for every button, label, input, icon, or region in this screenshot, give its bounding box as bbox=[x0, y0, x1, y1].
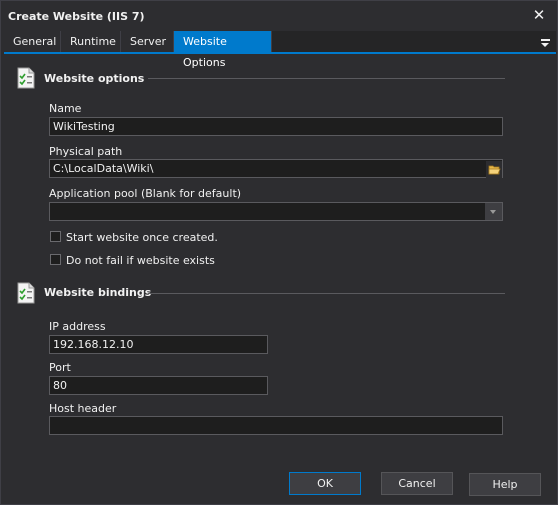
section-title-website-bindings: Website bindings bbox=[44, 286, 152, 299]
tab-menu-icon[interactable] bbox=[540, 34, 552, 50]
section-title-website-options: Website options bbox=[44, 72, 145, 85]
name-label: Name bbox=[49, 102, 82, 115]
host-header-label: Host header bbox=[49, 402, 117, 415]
do-not-fail-checkbox[interactable] bbox=[50, 254, 61, 265]
section-divider bbox=[148, 293, 505, 294]
tab-runtime[interactable]: Runtime bbox=[61, 31, 121, 52]
chevron-down-icon[interactable] bbox=[485, 203, 502, 220]
folder-icon[interactable] bbox=[486, 161, 502, 178]
tab-general[interactable]: General bbox=[4, 31, 61, 52]
name-field[interactable]: WikiTesting bbox=[49, 117, 503, 136]
tab-strip: General Runtime Server Website Options bbox=[4, 31, 556, 69]
cancel-button[interactable]: Cancel bbox=[381, 472, 453, 495]
physical-path-label: Physical path bbox=[49, 145, 123, 158]
dialog-window: Create Website (IIS 7) ✕ General Runtime… bbox=[0, 0, 558, 505]
ok-button[interactable]: OK bbox=[289, 472, 361, 495]
window-title: Create Website (IIS 7) bbox=[8, 10, 145, 23]
application-pool-label: Application pool (Blank for default) bbox=[49, 187, 242, 200]
title-bar[interactable]: Create Website (IIS 7) ✕ bbox=[1, 1, 557, 31]
checklist-document-icon bbox=[17, 282, 35, 304]
host-header-field[interactable] bbox=[49, 416, 503, 435]
section-divider bbox=[148, 78, 505, 79]
start-website-checkbox[interactable] bbox=[50, 231, 61, 242]
start-website-label[interactable]: Start website once created. bbox=[66, 231, 218, 244]
port-field[interactable]: 80 bbox=[49, 376, 268, 395]
checklist-document-icon bbox=[17, 67, 35, 89]
ip-address-label: IP address bbox=[49, 320, 106, 333]
tab-server[interactable]: Server bbox=[121, 31, 174, 52]
ip-address-field[interactable]: 192.168.12.10 bbox=[49, 335, 268, 354]
physical-path-value: C:\LocalData\Wiki\ bbox=[53, 162, 154, 175]
tab-website-options[interactable]: Website Options bbox=[174, 31, 272, 69]
help-button[interactable]: Help bbox=[469, 473, 541, 496]
application-pool-select[interactable] bbox=[49, 202, 503, 221]
do-not-fail-label[interactable]: Do not fail if website exists bbox=[66, 254, 215, 267]
port-label: Port bbox=[49, 361, 71, 374]
close-icon[interactable]: ✕ bbox=[531, 6, 547, 24]
physical-path-field[interactable]: C:\LocalData\Wiki\ bbox=[49, 159, 503, 178]
